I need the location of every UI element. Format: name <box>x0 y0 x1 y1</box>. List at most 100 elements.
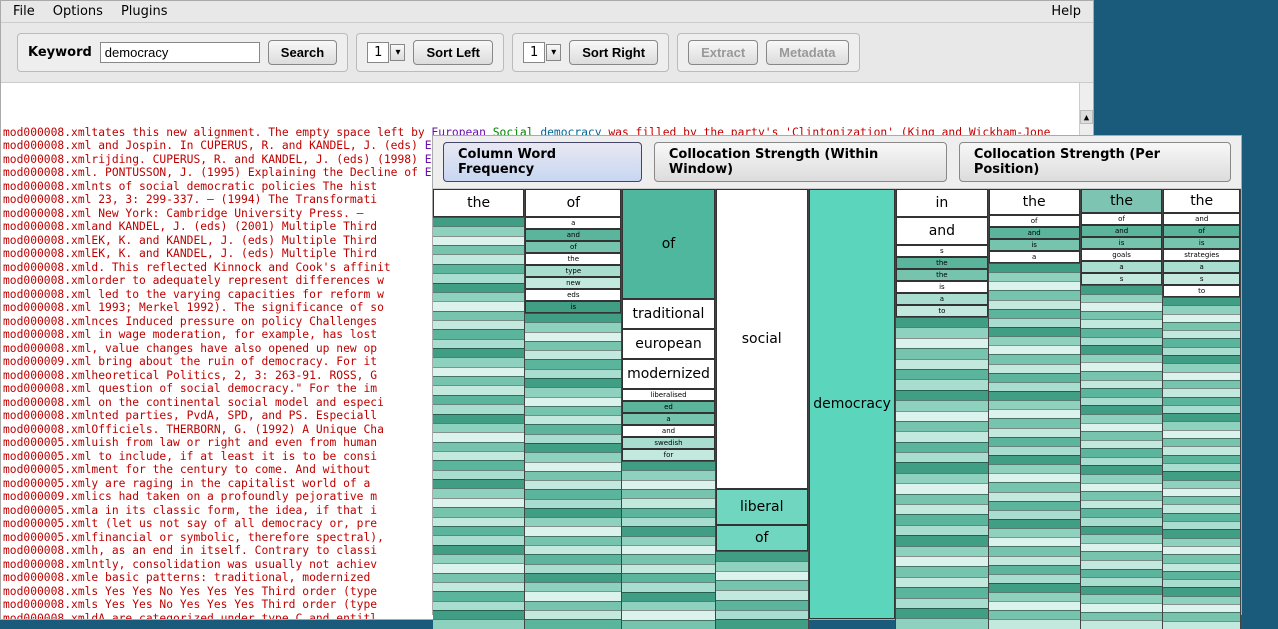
viz-cell-is[interactable]: is <box>1081 237 1163 249</box>
menu-help[interactable]: Help <box>1043 2 1089 21</box>
viz-cell-is[interactable]: is <box>989 239 1080 251</box>
viz-cell-a[interactable]: a <box>896 293 987 305</box>
viz-cell-s[interactable]: s <box>1081 273 1163 285</box>
viz-stripe <box>622 545 714 554</box>
viz-cell-of[interactable]: of <box>525 189 621 217</box>
viz-cell-social[interactable]: social <box>716 189 808 489</box>
viz-stripe <box>896 462 987 472</box>
viz-cell-to[interactable]: to <box>1163 285 1240 297</box>
menu-options[interactable]: Options <box>45 2 111 21</box>
tab-collocation-per-position[interactable]: Collocation Strength (Per Position) <box>959 142 1231 182</box>
scroll-up-icon[interactable]: ▲ <box>1080 110 1093 124</box>
viz-body[interactable]: theofaandofthetypenewedsisoftraditionale… <box>433 189 1241 629</box>
metadata-button[interactable]: Metadata <box>766 40 848 65</box>
viz-stripe <box>433 301 524 310</box>
viz-stripe <box>1081 586 1163 595</box>
chevron-down-icon[interactable]: ▾ <box>390 44 405 61</box>
viz-stripe <box>433 348 524 357</box>
tab-column-word-frequency[interactable]: Column Word Frequency <box>443 142 642 182</box>
viz-stripe <box>989 537 1080 546</box>
viz-cell-and[interactable]: and <box>1081 225 1163 237</box>
viz-cell-is[interactable]: is <box>1163 237 1240 249</box>
keyword-input[interactable] <box>100 42 260 63</box>
sort-left-button[interactable]: Sort Left <box>413 40 492 65</box>
viz-cell-liberal[interactable]: liberal <box>716 489 808 525</box>
viz-cell-the[interactable]: the <box>896 269 987 281</box>
viz-column[interactable]: the <box>433 189 525 629</box>
viz-cell-and[interactable]: and <box>989 227 1080 239</box>
viz-cell-and[interactable]: and <box>1163 213 1240 225</box>
viz-cell-goals[interactable]: goals <box>1081 249 1163 261</box>
viz-cell-a[interactable]: a <box>989 251 1080 263</box>
viz-stripe <box>716 619 808 629</box>
viz-column[interactable]: theandofisstrategiesasto <box>1163 189 1241 629</box>
viz-stripe <box>989 455 1080 464</box>
viz-cell-the[interactable]: the <box>1163 189 1240 213</box>
viz-column[interactable]: socialliberalof <box>716 189 809 629</box>
viz-cell-is[interactable]: is <box>525 301 621 313</box>
menu-plugins[interactable]: Plugins <box>113 2 176 21</box>
viz-cell-democracy[interactable]: democracy <box>809 189 895 619</box>
viz-stripe <box>433 404 524 413</box>
viz-cell-modernized[interactable]: modernized <box>622 359 714 389</box>
viz-cell-new[interactable]: new <box>525 277 621 289</box>
viz-cell-traditional[interactable]: traditional <box>622 299 714 329</box>
search-button[interactable]: Search <box>268 40 337 65</box>
viz-cell-and[interactable]: and <box>622 425 714 437</box>
tab-collocation-within-window[interactable]: Collocation Strength (Within Window) <box>654 142 947 182</box>
viz-stripe <box>1081 414 1163 423</box>
viz-cell-to[interactable]: to <box>896 305 987 317</box>
viz-stripe <box>1163 488 1240 496</box>
viz-stripe <box>1081 371 1163 380</box>
viz-cell-the[interactable]: the <box>433 189 524 217</box>
viz-column[interactable]: theofandisa <box>989 189 1081 629</box>
viz-cell-swedish[interactable]: swedish <box>622 437 714 449</box>
viz-stripe <box>525 610 621 619</box>
viz-cell-of[interactable]: of <box>1163 225 1240 237</box>
viz-cell-liberalised[interactable]: liberalised <box>622 389 714 401</box>
viz-column[interactable]: democracy <box>809 189 896 629</box>
viz-cell-s[interactable]: s <box>896 245 987 257</box>
viz-cell-of[interactable]: of <box>1081 213 1163 225</box>
viz-column[interactable]: theofandisgoalsas <box>1081 189 1164 629</box>
extract-button[interactable]: Extract <box>688 40 758 65</box>
viz-column[interactable]: ofaandofthetypenewedsis <box>525 189 622 629</box>
viz-stripe <box>525 387 621 396</box>
viz-cell-type[interactable]: type <box>525 265 621 277</box>
viz-column[interactable]: inandsthetheisato <box>896 189 988 629</box>
viz-cell-of[interactable]: of <box>525 241 621 253</box>
viz-cell-a[interactable]: a <box>1081 261 1163 273</box>
chevron-down-icon[interactable]: ▾ <box>546 44 561 61</box>
viz-cell-of[interactable]: of <box>989 215 1080 227</box>
viz-stripe <box>1163 330 1240 338</box>
viz-cell-strategies[interactable]: strategies <box>1163 249 1240 261</box>
viz-column[interactable]: oftraditionaleuropeanmodernizedliberalis… <box>622 189 715 629</box>
viz-cell-in[interactable]: in <box>896 189 987 217</box>
viz-cell-european[interactable]: european <box>622 329 714 359</box>
viz-cell-of[interactable]: of <box>622 189 714 299</box>
viz-cell-the[interactable]: the <box>1081 189 1163 213</box>
viz-stripe <box>989 592 1080 601</box>
sort-right-button[interactable]: Sort Right <box>569 40 658 65</box>
viz-cell-the[interactable]: the <box>896 257 987 269</box>
sort-right-spinner[interactable]: 1 ▾ <box>523 42 561 63</box>
viz-stripe <box>622 536 714 545</box>
viz-cell-a[interactable]: a <box>622 413 714 425</box>
sort-left-spinner[interactable]: 1 ▾ <box>367 42 405 63</box>
viz-stripe <box>433 507 524 516</box>
viz-cell-is[interactable]: is <box>896 281 987 293</box>
menu-file[interactable]: File <box>5 2 43 21</box>
viz-cell-ed[interactable]: ed <box>622 401 714 413</box>
viz-stripe <box>989 446 1080 455</box>
viz-cell-and[interactable]: and <box>896 217 987 245</box>
viz-cell-the[interactable]: the <box>525 253 621 265</box>
viz-cell-for[interactable]: for <box>622 449 714 461</box>
viz-stripe <box>1163 521 1240 529</box>
viz-cell-the[interactable]: the <box>989 189 1080 215</box>
viz-cell-of[interactable]: of <box>716 525 808 551</box>
viz-cell-s[interactable]: s <box>1163 273 1240 285</box>
viz-cell-eds[interactable]: eds <box>525 289 621 301</box>
viz-cell-and[interactable]: and <box>525 229 621 241</box>
viz-cell-a[interactable]: a <box>525 217 621 229</box>
viz-cell-a[interactable]: a <box>1163 261 1240 273</box>
